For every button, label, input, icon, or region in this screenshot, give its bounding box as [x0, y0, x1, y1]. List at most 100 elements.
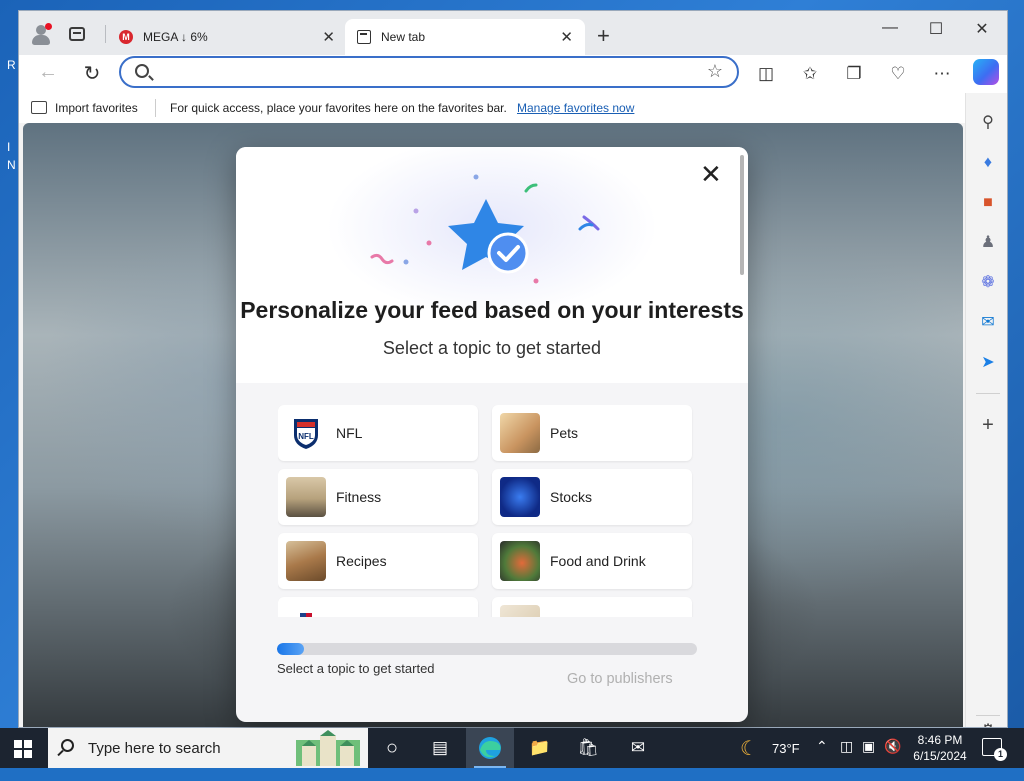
sidebar-divider: [976, 715, 1000, 716]
outlook-icon[interactable]: ✉: [978, 313, 998, 333]
selection-progress-bar: [277, 643, 697, 655]
topic-stocks[interactable]: Stocks: [492, 469, 692, 525]
topic-label: Pets: [550, 425, 579, 441]
favorites-separator: [155, 99, 156, 117]
favorites-icon[interactable]: ✩: [799, 63, 821, 85]
tab-new-tab[interactable]: New tab ✕: [345, 19, 585, 55]
copilot-icon[interactable]: [973, 59, 999, 85]
new-tab-page-icon: [357, 30, 371, 44]
weather-moon-icon[interactable]: ☾: [740, 736, 758, 776]
topic-grid: NFL NFL Pets Fitness Stocks Recipes Food…: [278, 405, 696, 617]
collections-icon[interactable]: ❐: [843, 63, 865, 85]
food-and-drink-thumbnail: [500, 541, 540, 581]
tab-mega[interactable]: M MEGA ↓ 6% ✕: [107, 19, 347, 55]
topic-partial[interactable]: [492, 597, 692, 617]
notifications-icon[interactable]: 1: [982, 738, 1007, 761]
profile-avatar-icon[interactable]: [29, 23, 53, 47]
address-bar[interactable]: ☆: [119, 56, 739, 88]
drop-icon[interactable]: ➤: [978, 353, 998, 373]
topic-nfl[interactable]: NFL NFL: [278, 405, 478, 461]
dialog-scrollbar[interactable]: [740, 155, 744, 275]
browser-toolbar: ← ↻ ☆ ◫ ✩ ❐ ♡ ⋯: [19, 55, 1007, 93]
add-favorite-star-icon[interactable]: ☆: [707, 61, 723, 82]
more-icon[interactable]: ⋯: [931, 63, 953, 85]
go-to-publishers-button[interactable]: Go to publishers: [567, 671, 673, 687]
taskbar-clock[interactable]: 8:46 PM 6/15/2024: [906, 732, 974, 764]
microsoft-store-icon[interactable]: 🛍: [576, 736, 600, 760]
tab-close-icon[interactable]: ✕: [560, 28, 573, 46]
svg-text:NFL: NFL: [298, 432, 314, 441]
back-button[interactable]: ←: [35, 61, 61, 84]
maximize-button[interactable]: ☐: [921, 19, 951, 39]
topic-label: Stocks: [550, 489, 593, 505]
task-view-icon[interactable]: ▤: [428, 736, 452, 760]
edge-sidebar: ⚲ ♦ ■ ♟ ❁ ✉ ➤ + ⚙: [965, 93, 1007, 727]
split-screen-icon[interactable]: ◫: [755, 63, 777, 85]
browser-essentials-icon[interactable]: ♡: [887, 63, 909, 85]
edge-icon: [479, 737, 501, 759]
topic-food-and-drink[interactable]: Food and Drink: [492, 533, 692, 589]
mail-icon[interactable]: ✉: [626, 736, 650, 760]
topic-pets[interactable]: Pets: [492, 405, 692, 461]
dialog-subtitle: Select a topic to get started: [382, 338, 602, 358]
taskbar-search-placeholder: Type here to search: [88, 740, 221, 757]
tools-icon[interactable]: ■: [978, 193, 998, 213]
minimize-button[interactable]: —: [875, 19, 905, 37]
clock-time: 8:46 PM: [917, 733, 963, 747]
tab-separator: [105, 25, 106, 43]
tab-strip: M MEGA ↓ 6% ✕ New tab ✕ + — ☐ ✕: [19, 11, 1007, 55]
settings-icon[interactable]: ⚙: [978, 721, 998, 727]
shopping-icon[interactable]: ♦: [978, 153, 998, 173]
tab-close-icon[interactable]: ✕: [322, 28, 335, 46]
tab-title: MEGA ↓ 6%: [143, 30, 208, 44]
edge-taskbar-button[interactable]: [466, 728, 514, 768]
topic-label: NFL: [336, 425, 363, 441]
notification-count-badge: 1: [994, 748, 1007, 761]
favorites-bar: Import favorites For quick access, place…: [19, 93, 965, 123]
add-icon[interactable]: +: [978, 415, 998, 435]
volume-muted-icon[interactable]: 🔇: [884, 738, 901, 778]
network-icon[interactable]: ▣: [862, 738, 875, 778]
search-highlight-illustration: [296, 730, 360, 766]
desktop-edge-letter: R: [7, 58, 16, 72]
desktop-edge-letter: N: [7, 158, 16, 172]
topic-label: Recipes: [336, 553, 387, 569]
meet-now-icon[interactable]: ◫: [840, 738, 853, 778]
desktop-edge-letter: I: [7, 140, 11, 154]
topic-partial[interactable]: [278, 597, 478, 617]
new-tab-button[interactable]: +: [597, 23, 610, 49]
topic-label: Food and Drink: [550, 553, 646, 569]
import-favorites-button[interactable]: Import favorites: [55, 101, 138, 115]
start-button[interactable]: [14, 740, 32, 758]
search-icon: [135, 64, 149, 78]
weather-temperature[interactable]: 73°F: [772, 741, 800, 781]
close-window-button[interactable]: ✕: [967, 19, 997, 39]
fitness-thumbnail: [286, 477, 326, 517]
tab-title: New tab: [381, 30, 426, 44]
games-icon[interactable]: ♟: [978, 233, 998, 253]
manage-favorites-link[interactable]: Manage favorites now: [517, 101, 634, 115]
address-input[interactable]: [161, 62, 681, 84]
file-explorer-icon[interactable]: 📁: [528, 736, 552, 760]
recipes-thumbnail: [286, 541, 326, 581]
chevron-up-icon[interactable]: ⌃: [816, 738, 828, 778]
nfl-shield-icon: NFL: [286, 413, 326, 453]
import-favorites-icon[interactable]: [31, 101, 47, 114]
progress-text: Select a topic to get started: [277, 661, 435, 676]
close-dialog-button[interactable]: ✕: [700, 159, 722, 190]
cortana-icon[interactable]: ○: [380, 736, 404, 760]
search-icon[interactable]: ⚲: [978, 113, 998, 133]
tab-actions-icon[interactable]: [69, 27, 85, 41]
sidebar-divider: [976, 393, 1000, 394]
mega-logo-icon: M: [119, 30, 133, 44]
topic-thumbnail: [500, 605, 540, 617]
personalize-feed-dialog: ✕ Personalize your feed based on your in…: [236, 147, 748, 722]
refresh-button[interactable]: ↻: [79, 61, 105, 86]
sports-league-icon: [286, 605, 326, 617]
progress-fill: [277, 643, 305, 655]
clock-date: 6/15/2024: [913, 749, 967, 763]
topic-recipes[interactable]: Recipes: [278, 533, 478, 589]
microsoft-365-icon[interactable]: ❁: [978, 273, 998, 293]
topic-fitness[interactable]: Fitness: [278, 469, 478, 525]
taskbar-search-box[interactable]: Type here to search: [48, 728, 368, 768]
